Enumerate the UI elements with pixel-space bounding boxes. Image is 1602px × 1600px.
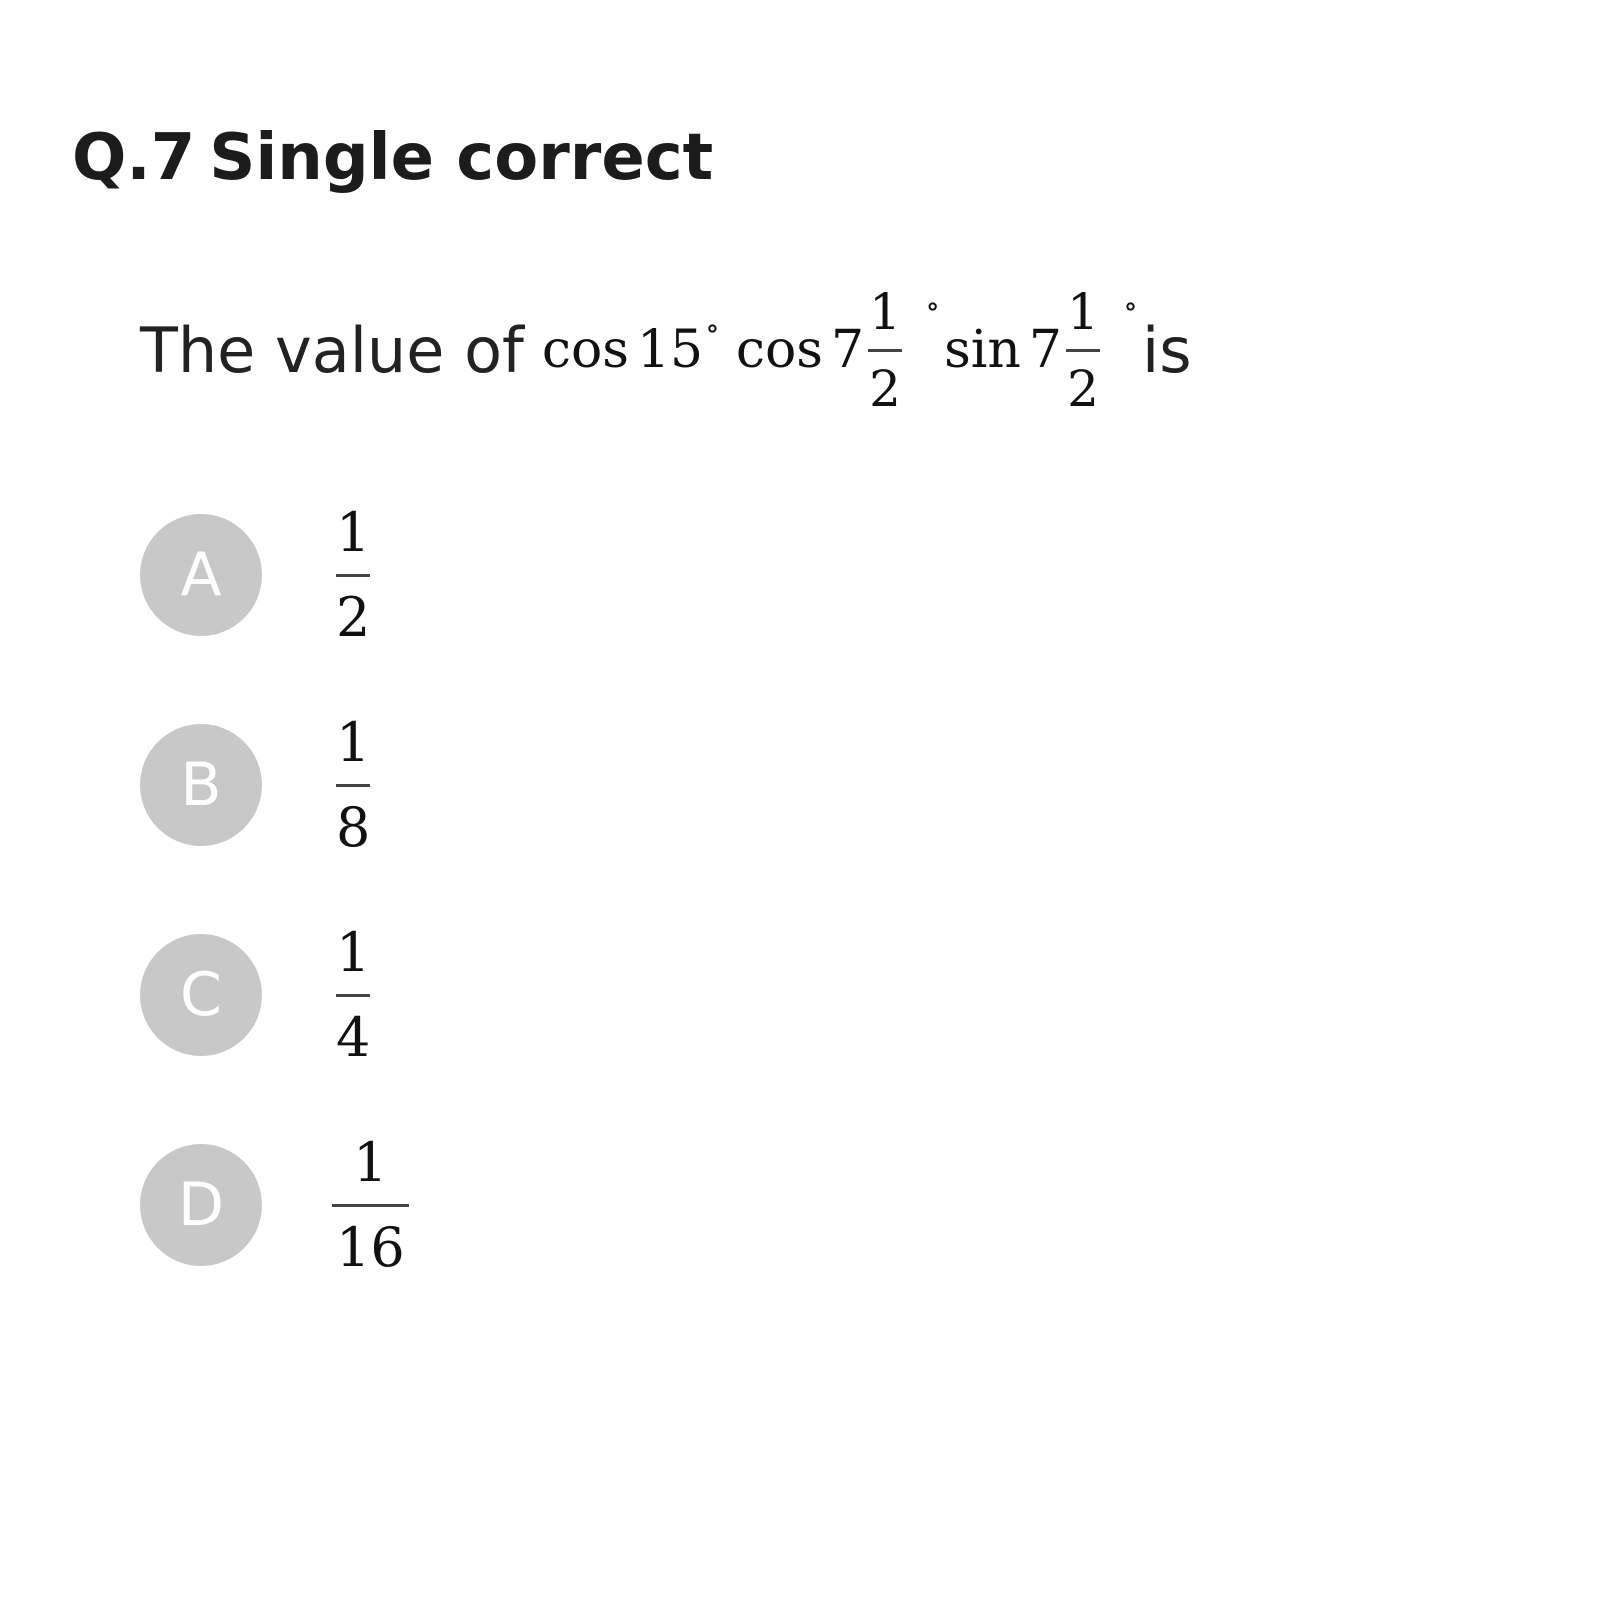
fraction-denominator: 2 [1067, 359, 1099, 418]
option-value: 1 2 [336, 500, 371, 649]
option-d[interactable]: D 1 16 [140, 1100, 409, 1310]
degree-symbol: ∘ [1123, 288, 1138, 324]
fraction-half: 1 2 [1065, 282, 1100, 418]
fraction-numerator: 1 [336, 920, 371, 984]
math-expression: cos 15 ∘ cos 7 1 2 ∘ sin 7 1 2 ∘ [542, 287, 1142, 414]
mixed-whole: 7 [1028, 320, 1062, 380]
angle-15: 15 [636, 320, 704, 380]
option-letter-badge[interactable]: D [140, 1144, 262, 1266]
question-number: Q.7 [72, 121, 196, 195]
option-value: 1 4 [336, 920, 371, 1069]
question-stem: The value of cos 15 ∘ cos 7 1 2 ∘ sin 7 … [140, 270, 1192, 430]
question-suffix-text: is [1141, 313, 1192, 387]
option-letter-badge[interactable]: B [140, 724, 262, 846]
option-value: 1 8 [336, 710, 371, 859]
mixed-whole: 7 [830, 320, 865, 380]
cos-function: cos [735, 320, 823, 380]
question-type: Single correct [209, 121, 714, 195]
degree-symbol: ∘ [705, 310, 720, 346]
option-value: 1 16 [332, 1130, 409, 1279]
fraction-denominator: 2 [869, 359, 901, 418]
fraction-numerator: 1 [869, 282, 901, 341]
fraction-bar [336, 993, 371, 997]
fraction-numerator: 1 [336, 710, 371, 774]
fraction-bar [1065, 348, 1100, 352]
option-a[interactable]: A 1 2 [140, 470, 409, 680]
fraction-numerator: 1 [353, 1130, 388, 1194]
fraction-bar [336, 783, 371, 787]
option-b[interactable]: B 1 8 [140, 680, 409, 890]
option-letter-badge[interactable]: C [140, 934, 262, 1056]
cos-function: cos [541, 320, 629, 380]
question-prefix-text: The value of [140, 313, 524, 387]
degree-symbol: ∘ [925, 288, 941, 324]
option-c[interactable]: C 1 4 [140, 890, 409, 1100]
fraction-numerator: 1 [1067, 282, 1099, 341]
fraction-denominator: 16 [336, 1215, 405, 1279]
fraction-half: 1 2 [868, 282, 903, 418]
fraction-bar [336, 573, 371, 577]
fraction-denominator: 2 [336, 585, 371, 649]
question-header: Q.7 Single correct [72, 118, 713, 198]
fraction-denominator: 4 [336, 1005, 371, 1069]
fraction-numerator: 1 [336, 500, 371, 564]
fraction-denominator: 8 [336, 795, 371, 859]
answer-options: A 1 2 B 1 8 C 1 4 D 1 16 [140, 470, 409, 1310]
fraction-bar [332, 1203, 409, 1207]
option-letter-badge[interactable]: A [140, 514, 262, 636]
sin-function: sin [944, 320, 1021, 380]
fraction-bar [868, 348, 903, 352]
